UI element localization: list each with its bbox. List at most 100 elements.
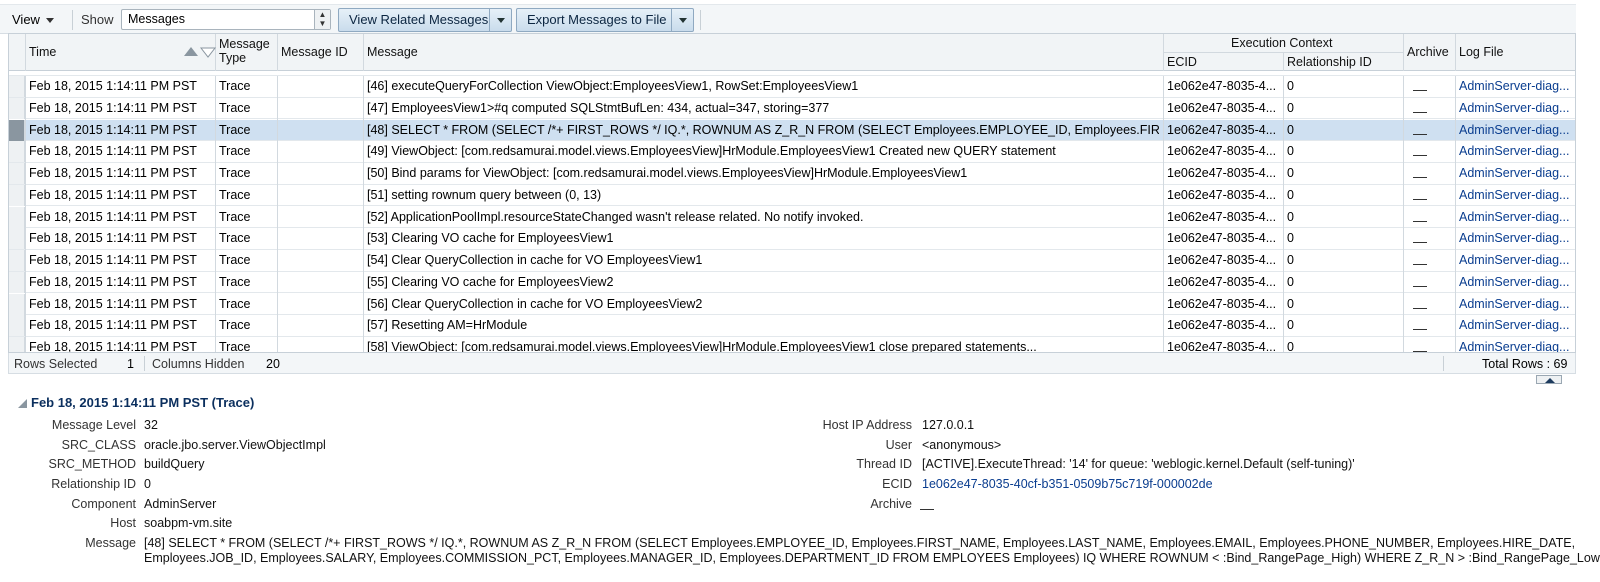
row-header[interactable] — [9, 97, 25, 119]
cell-log-file[interactable]: AdminServer-diag... — [1459, 297, 1571, 311]
disclosure-triangle-icon — [18, 399, 27, 408]
cell-message: [55] Clearing VO cache for EmployeesView… — [367, 274, 614, 289]
archive-empty-marker — [1413, 111, 1427, 113]
column-header-ecid[interactable]: ECID — [1167, 55, 1197, 69]
export-messages-label: Export Messages to File — [527, 12, 667, 27]
cell-relationship-id: 0 — [1287, 144, 1294, 159]
rows-selected-value: 1 — [127, 357, 134, 371]
cell-time: Feb 18, 2015 1:14:11 PM PST — [29, 340, 197, 353]
cell-relationship-id: 0 — [1287, 253, 1294, 267]
table-row[interactable]: Feb 18, 2015 1:14:11 PM PST Trace [50] Bin… — [9, 163, 1575, 185]
cell-log-file[interactable]: AdminServer-diag... — [1459, 340, 1571, 352]
cell-message: [47] EmployeesView1>#q computed SQLStmtB… — [367, 100, 830, 115]
cell-time: Feb 18, 2015 1:14:11 PM PST — [29, 100, 197, 115]
row-header[interactable] — [9, 271, 25, 293]
sort-arrows-icon — [184, 47, 217, 58]
column-header-time[interactable]: Time — [29, 45, 56, 59]
cell-message-type: Trace — [219, 253, 251, 267]
detail-title: Feb 18, 2015 1:14:11 PM PST (Trace) — [31, 395, 255, 410]
table-row[interactable]: Feb 18, 2015 1:14:11 PM PST Trace [56] Cle… — [9, 293, 1575, 316]
archive-empty-marker — [1413, 329, 1427, 331]
cell-log-file[interactable]: AdminServer-diag... — [1459, 275, 1571, 289]
row-header[interactable] — [9, 293, 25, 315]
archive-empty-marker — [1413, 155, 1427, 157]
table-row[interactable]: Feb 18, 2015 1:14:11 PM PST Trace [58] Vie… — [9, 337, 1575, 353]
cell-log-file[interactable]: AdminServer-diag... — [1459, 144, 1571, 158]
message-label: Message — [85, 536, 136, 550]
ecid-link[interactable]: 1e062e47-8035-40cf-b351-0509b75c719f-000… — [922, 477, 1213, 491]
row-header[interactable] — [9, 206, 25, 228]
view-related-messages-label: View Related Messages — [349, 12, 489, 27]
host-ip-value: 127.0.0.1 — [922, 418, 975, 432]
cell-message-type: Trace — [219, 187, 251, 202]
ecid-label: ECID — [882, 477, 912, 491]
view-menu[interactable]: View — [12, 12, 54, 27]
row-header[interactable] — [9, 119, 25, 141]
cell-relationship-id: 0 — [1287, 79, 1294, 93]
cell-log-file[interactable]: AdminServer-diag... — [1459, 123, 1571, 137]
cell-ecid: 1e062e47-8035-4... — [1167, 318, 1277, 333]
column-header-log-file[interactable]: Log File — [1459, 45, 1503, 59]
show-select[interactable]: Messages ▲ ▼ — [121, 9, 331, 30]
cell-message-type: Trace — [219, 166, 251, 180]
table-row[interactable]: Feb 18, 2015 1:14:11 PM PST Trace [48] SEL… — [9, 119, 1575, 142]
cell-relationship-id: 0 — [1287, 100, 1294, 115]
table-row[interactable]: Feb 18, 2015 1:14:11 PM PST Trace [49] Vie… — [9, 141, 1575, 164]
cell-log-file[interactable]: AdminServer-diag... — [1459, 188, 1571, 202]
user-value: <anonymous> — [922, 438, 1002, 452]
row-header[interactable] — [9, 76, 25, 97]
export-messages-button[interactable]: Export Messages to File — [516, 8, 694, 32]
column-header-message-type[interactable]: Message Type — [219, 37, 270, 65]
cell-log-file[interactable]: AdminServer-diag... — [1459, 231, 1571, 245]
columns-hidden-label: Columns Hidden — [152, 357, 245, 371]
table-row[interactable]: Feb 18, 2015 1:14:11 PM PST Trace [57] Res… — [9, 315, 1575, 338]
relationship-id-label: Relationship ID — [51, 477, 136, 491]
table-row[interactable]: Feb 18, 2015 1:14:11 PM PST Trace [47] Emp… — [9, 97, 1575, 120]
row-header[interactable] — [9, 250, 25, 271]
table-row[interactable]: Feb 18, 2015 1:14:11 PM PST Trace [51] set… — [9, 184, 1575, 207]
cell-ecid: 1e062e47-8035-4... — [1167, 144, 1277, 159]
cell-ecid: 1e062e47-8035-4... — [1167, 166, 1277, 180]
column-header-message[interactable]: Message — [367, 45, 418, 59]
view-related-dropdown[interactable] — [489, 9, 511, 31]
column-header-archive[interactable]: Archive — [1407, 45, 1449, 59]
cell-ecid: 1e062e47-8035-4... — [1167, 79, 1277, 93]
table-row[interactable]: Feb 18, 2015 1:14:11 PM PST Trace [53] Cle… — [9, 228, 1575, 251]
sort-toggle[interactable] — [184, 46, 218, 61]
host-label: Host — [110, 516, 136, 530]
export-dropdown[interactable] — [671, 9, 693, 31]
archive-empty-marker — [1413, 133, 1427, 135]
cell-log-file[interactable]: AdminServer-diag... — [1459, 318, 1571, 332]
column-header-relationship-id[interactable]: Relationship ID — [1287, 55, 1372, 69]
column-header-message-id[interactable]: Message ID — [281, 45, 348, 59]
row-header[interactable] — [9, 228, 25, 250]
cell-time: Feb 18, 2015 1:14:11 PM PST — [29, 122, 197, 137]
cell-log-file[interactable]: AdminServer-diag... — [1459, 166, 1571, 180]
table-row[interactable]: Feb 18, 2015 1:14:11 PM PST Trace [52] App… — [9, 206, 1575, 229]
collapse-detail-button[interactable] — [1536, 375, 1562, 384]
detail-panel-header[interactable]: Feb 18, 2015 1:14:11 PM PST (Trace) — [18, 395, 254, 410]
row-header[interactable] — [9, 315, 25, 337]
toolbar-divider — [700, 10, 701, 30]
row-header[interactable] — [9, 337, 25, 352]
row-header[interactable] — [9, 141, 25, 163]
cell-log-file[interactable]: AdminServer-diag... — [1459, 253, 1571, 267]
cell-time: Feb 18, 2015 1:14:11 PM PST — [29, 274, 197, 289]
message-level-label: Message Level — [51, 418, 136, 432]
cell-log-file[interactable]: AdminServer-diag... — [1459, 79, 1571, 93]
chevron-down-icon — [679, 18, 687, 23]
cell-message: [50] Bind params for ViewObject: [com.re… — [367, 166, 968, 180]
archive-empty-marker — [1413, 264, 1427, 265]
cell-message: [51] setting rownum query between (0, 13… — [367, 187, 602, 202]
table-row[interactable]: Feb 18, 2015 1:14:11 PM PST Trace [55] Cle… — [9, 271, 1575, 294]
archive-empty-marker — [1413, 285, 1427, 287]
row-header[interactable] — [9, 163, 25, 184]
cell-log-file[interactable]: AdminServer-diag... — [1459, 101, 1571, 115]
view-related-messages-button[interactable]: View Related Messages — [338, 8, 512, 32]
table-row[interactable]: Feb 18, 2015 1:14:11 PM PST Trace [54] Cle… — [9, 250, 1575, 272]
cell-relationship-id: 0 — [1287, 209, 1294, 224]
cell-log-file[interactable]: AdminServer-diag... — [1459, 210, 1571, 224]
cell-ecid: 1e062e47-8035-4... — [1167, 340, 1277, 353]
row-header[interactable] — [9, 184, 25, 206]
table-row[interactable]: Feb 18, 2015 1:14:11 PM PST Trace [46] exe… — [9, 76, 1575, 98]
